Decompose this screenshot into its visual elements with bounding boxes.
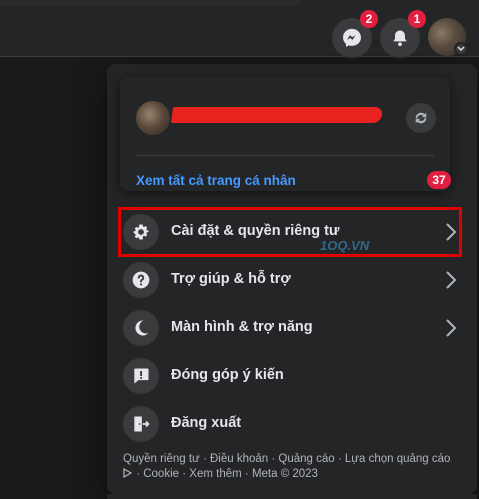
switch-profile-icon[interactable] bbox=[406, 103, 436, 133]
watermark-logo: 1OQ.VN bbox=[320, 238, 370, 253]
bell-icon bbox=[393, 30, 407, 47]
messenger-icon bbox=[343, 28, 361, 47]
menu-item-help-support[interactable]: Trợ giúp & hỗ trợ bbox=[115, 258, 469, 302]
chevron-right-icon bbox=[445, 318, 457, 343]
menu-item-give-feedback[interactable]: Đóng góp ý kiến bbox=[115, 354, 469, 398]
menu-item-label: Đăng xuất bbox=[171, 415, 242, 431]
chevron-right-icon bbox=[445, 222, 457, 247]
gear-icon bbox=[123, 214, 159, 250]
footer-separator: · bbox=[179, 468, 190, 480]
menu-item-settings-privacy[interactable]: Cài đặt & quyền riêng tư bbox=[115, 210, 469, 254]
footer-separator: · bbox=[133, 468, 144, 480]
menu-item-log-out[interactable]: Đăng xuất bbox=[115, 402, 469, 446]
logout-icon bbox=[123, 406, 159, 442]
ads-link[interactable]: Quảng cáo bbox=[278, 453, 334, 465]
messenger-badge: 2 bbox=[360, 10, 378, 28]
topbar-divider bbox=[0, 0, 300, 6]
footer-separator: · bbox=[199, 453, 210, 465]
cookie-link[interactable]: Cookie bbox=[143, 468, 179, 480]
copyright-text: Meta © 2023 bbox=[251, 468, 318, 480]
profile-card: Xem tất cả trang cá nhân 37 bbox=[120, 77, 451, 191]
profile-avatar[interactable] bbox=[136, 101, 170, 135]
redacted-profile-name bbox=[170, 107, 384, 123]
account-menu-panel: Xem tất cả trang cá nhân 37 Cài đặt & qu… bbox=[107, 64, 477, 494]
footer-separator: · bbox=[241, 468, 252, 480]
footer-separator: · bbox=[334, 453, 345, 465]
top-navigation-bar: 2 1 bbox=[0, 0, 479, 58]
chevron-down-icon[interactable] bbox=[454, 42, 468, 56]
menu-item-label: Trợ giúp & hỗ trợ bbox=[171, 271, 291, 287]
ad-choices-link[interactable]: Lựa chọn quảng cáo bbox=[345, 453, 451, 465]
panel-bottom-edge bbox=[107, 494, 477, 499]
see-all-profiles-link[interactable]: Xem tất cả trang cá nhân bbox=[136, 173, 296, 188]
menu-item-label: Đóng góp ý kiến bbox=[171, 367, 284, 383]
messenger-button[interactable]: 2 bbox=[332, 10, 378, 58]
menu-item-label: Màn hình & trợ năng bbox=[171, 319, 313, 335]
terms-link[interactable]: Điều khoản bbox=[210, 453, 268, 465]
chevron-right-icon bbox=[445, 270, 457, 295]
footer-links: Quyền riêng tư · Điều khoản · Quảng cáo … bbox=[123, 452, 463, 482]
moon-icon bbox=[123, 310, 159, 346]
profiles-count-badge: 37 bbox=[427, 171, 451, 189]
notifications-button[interactable]: 1 bbox=[380, 10, 426, 58]
card-divider bbox=[136, 155, 434, 156]
feedback-icon bbox=[123, 358, 159, 394]
menu-item-display-accessibility[interactable]: Màn hình & trợ năng bbox=[115, 306, 469, 350]
footer-separator: · bbox=[268, 453, 279, 465]
notifications-badge: 1 bbox=[408, 10, 426, 28]
ad-choices-icon bbox=[123, 467, 133, 479]
more-link[interactable]: Xem thêm bbox=[189, 468, 241, 480]
help-icon bbox=[123, 262, 159, 298]
privacy-link[interactable]: Quyền riêng tư bbox=[123, 453, 200, 465]
menu-item-label: Cài đặt & quyền riêng tư bbox=[171, 223, 340, 239]
